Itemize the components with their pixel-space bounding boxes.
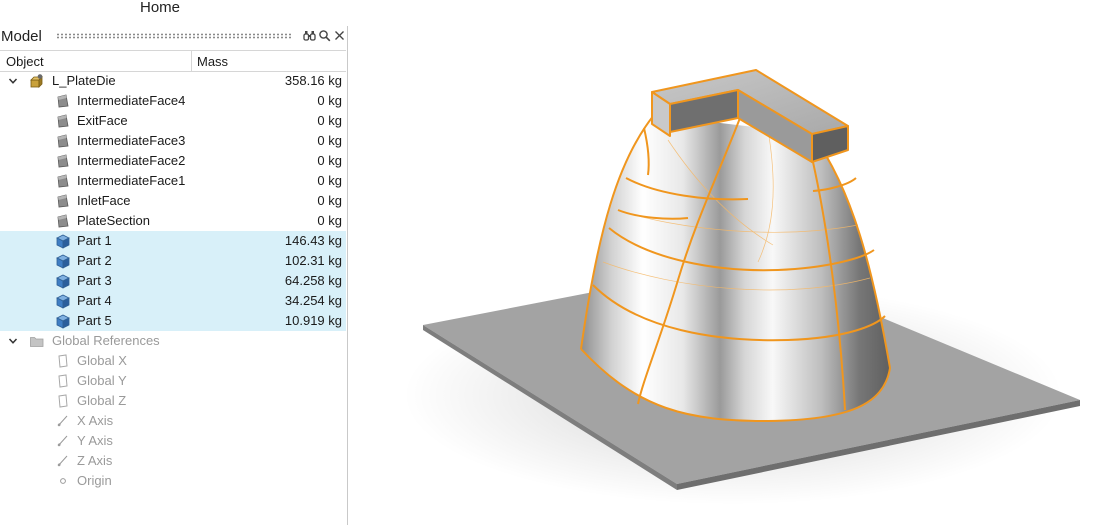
part-icon xyxy=(56,234,70,249)
tree-label: Global Z xyxy=(77,393,127,408)
tree-row-part-3[interactable]: Part 3 64.258 kg xyxy=(0,271,346,291)
mass-value: 102.31 kg xyxy=(284,253,342,268)
face-icon xyxy=(57,194,69,208)
tree-row-root[interactable]: L_PlateDie 358.16 kg xyxy=(0,71,346,91)
tree-row-part-5[interactable]: Part 5 10.919 kg xyxy=(0,311,346,331)
binoculars-icon[interactable] xyxy=(303,29,316,42)
tree-row-global-x[interactable]: Global X xyxy=(0,351,346,371)
column-divider[interactable] xyxy=(191,51,192,71)
tree-label: PlateSection xyxy=(77,213,150,228)
tree-label: IntermediateFace4 xyxy=(77,93,186,108)
face-icon xyxy=(57,134,69,148)
tree-label: Part 1 xyxy=(77,233,112,248)
model-assembly-icon xyxy=(30,74,43,88)
face-icon xyxy=(57,154,69,168)
tree-row-intermediateface4[interactable]: IntermediateFace4 0 kg xyxy=(0,91,346,111)
mass-value: 0 kg xyxy=(317,133,342,148)
tree-label: Part 4 xyxy=(77,293,112,308)
column-header-object[interactable]: Object xyxy=(6,54,44,69)
tree-row-z-axis[interactable]: Z Axis xyxy=(0,451,346,471)
model-browser-panel: Model Object Mass L_PlateDie 358.16 kg I… xyxy=(0,26,348,525)
mass-value: 0 kg xyxy=(317,93,342,108)
tree-row-intermediateface1[interactable]: IntermediateFace1 0 kg xyxy=(0,171,346,191)
tree-row-x-axis[interactable]: X Axis xyxy=(0,411,346,431)
model-browser-header: Model xyxy=(0,26,347,48)
chevron-down-icon[interactable] xyxy=(8,76,18,86)
tree-row-exitface[interactable]: ExitFace 0 kg xyxy=(0,111,346,131)
plane-icon xyxy=(58,374,68,388)
ribbon-tab-home[interactable]: Home xyxy=(0,0,320,18)
mass-value: 358.16 kg xyxy=(284,73,342,88)
mass-value: 146.43 kg xyxy=(284,233,342,248)
face-icon xyxy=(57,94,69,108)
tree-row-intermediateface2[interactable]: IntermediateFace2 0 kg xyxy=(0,151,346,171)
tree-label: Global References xyxy=(52,333,160,348)
origin-icon xyxy=(60,478,66,484)
tree-row-y-axis[interactable]: Y Axis xyxy=(0,431,346,451)
tree-label: Y Axis xyxy=(77,433,113,448)
tree-label: InletFace xyxy=(77,193,131,208)
mass-value: 0 kg xyxy=(317,173,342,188)
tree-row-origin[interactable]: Origin xyxy=(0,471,346,491)
tree-label: Global X xyxy=(77,353,127,368)
mass-value: 10.919 kg xyxy=(284,313,342,328)
part-icon xyxy=(56,294,70,309)
mass-value: 0 kg xyxy=(317,153,342,168)
tree-row-part-2[interactable]: Part 2 102.31 kg xyxy=(0,251,346,271)
folder-icon xyxy=(30,337,44,347)
search-icon[interactable] xyxy=(318,29,331,42)
model-viewport[interactable] xyxy=(348,0,1093,525)
tree-label: Part 3 xyxy=(77,273,112,288)
tree-row-intermediateface3[interactable]: IntermediateFace3 0 kg xyxy=(0,131,346,151)
tree-row-part-1[interactable]: Part 1 146.43 kg xyxy=(0,231,346,251)
tree-label: X Axis xyxy=(77,413,114,428)
face-icon xyxy=(57,174,69,188)
tree-label: IntermediateFace2 xyxy=(77,153,186,168)
tree-label: IntermediateFace3 xyxy=(77,133,186,148)
plane-icon xyxy=(58,394,68,408)
tree-label: Origin xyxy=(77,473,112,488)
tree-row-global-z[interactable]: Global Z xyxy=(0,391,346,411)
tree-label: Part 2 xyxy=(77,253,112,268)
mass-value: 34.254 kg xyxy=(284,293,342,308)
tree-label: Global Y xyxy=(77,373,127,388)
part-icon xyxy=(56,314,70,329)
chevron-down-icon[interactable] xyxy=(8,336,18,346)
mass-value: 0 kg xyxy=(317,213,342,228)
column-header-mass[interactable]: Mass xyxy=(197,54,228,69)
browser-column-header: Object Mass xyxy=(0,50,346,72)
panel-drag-grip[interactable] xyxy=(56,33,292,39)
plane-icon xyxy=(58,354,68,368)
face-icon xyxy=(57,114,69,128)
tree-row-global-y[interactable]: Global Y xyxy=(0,371,346,391)
part-icon xyxy=(56,274,70,289)
close-icon[interactable] xyxy=(333,29,346,42)
tree-row-part-4[interactable]: Part 4 34.254 kg xyxy=(0,291,346,311)
tree-label: L_PlateDie xyxy=(52,73,116,88)
tree-label: IntermediateFace1 xyxy=(77,173,186,188)
mass-value: 0 kg xyxy=(317,113,342,128)
tree-label: Z Axis xyxy=(77,453,113,468)
tree-label: ExitFace xyxy=(77,113,128,128)
axis-icon xyxy=(57,415,68,427)
model-browser-title: Model xyxy=(1,28,42,45)
tree-row-inletface[interactable]: InletFace 0 kg xyxy=(0,191,346,211)
tree-row-global-references[interactable]: Global References xyxy=(0,331,346,351)
tree-label: Part 5 xyxy=(77,313,112,328)
part-icon xyxy=(56,254,70,269)
tree-row-platesection[interactable]: PlateSection 0 kg xyxy=(0,211,346,231)
mass-value: 64.258 kg xyxy=(284,273,342,288)
mass-value: 0 kg xyxy=(317,193,342,208)
axis-icon xyxy=(57,455,68,467)
axis-icon xyxy=(57,435,68,447)
die-body[interactable] xyxy=(580,114,891,423)
face-icon xyxy=(57,214,69,228)
